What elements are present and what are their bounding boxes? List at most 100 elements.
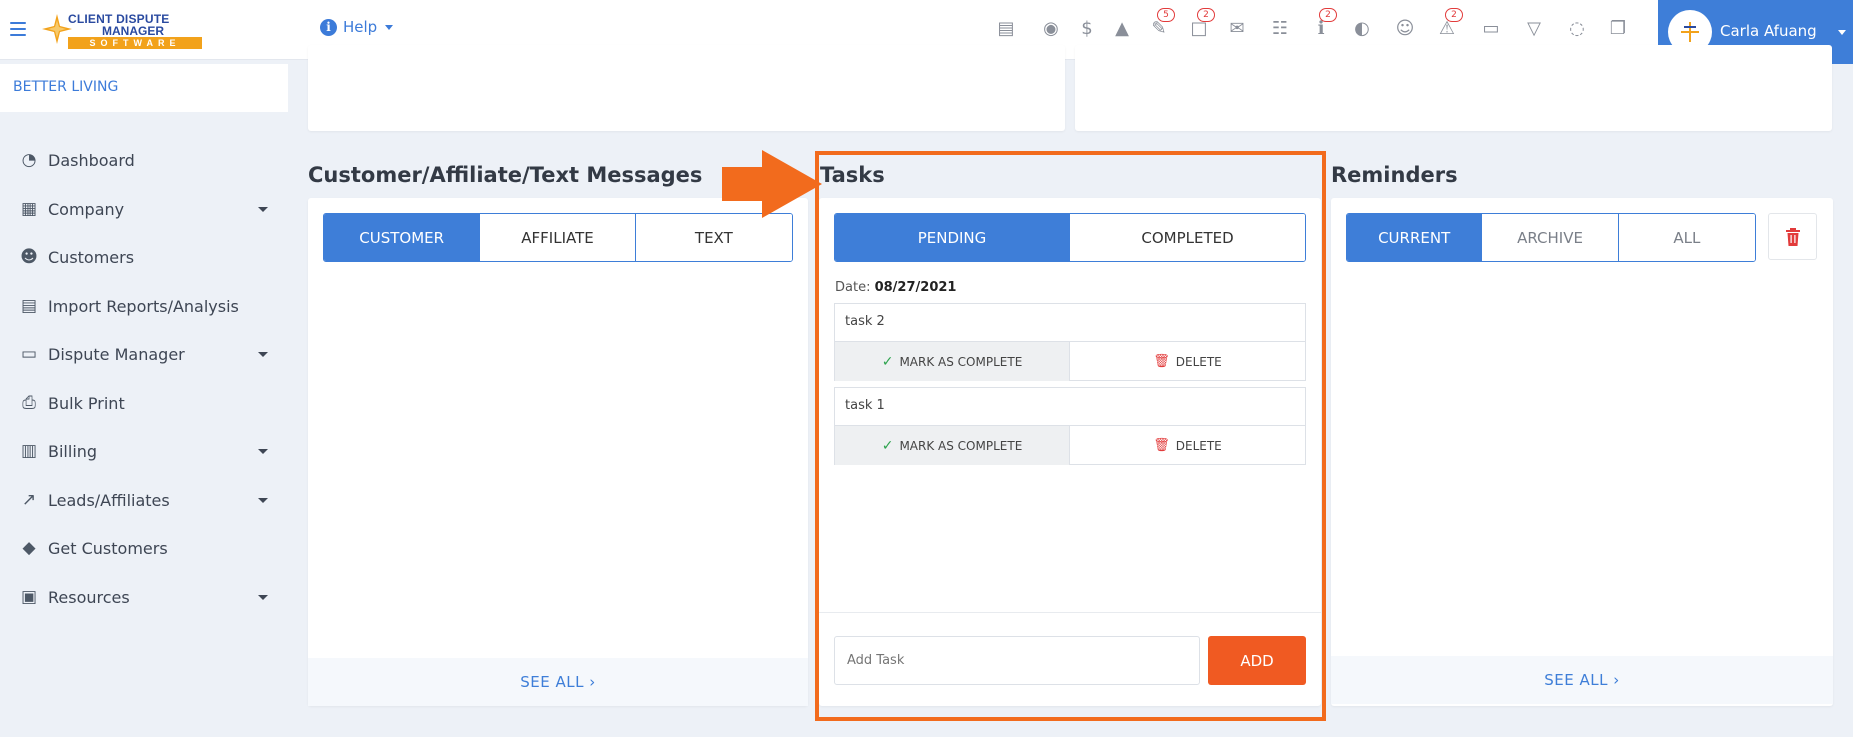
- money-glyph: ▭: [1482, 18, 1500, 39]
- sidebar-item-import-reports-analysis[interactable]: ▤ Import Reports/Analysis: [0, 286, 288, 326]
- chevron-down-icon: [1838, 30, 1846, 35]
- sitemap-glyph: ☷: [1271, 18, 1289, 39]
- sidebar-item-leads-affiliates[interactable]: ↗ Leads/Affiliates: [0, 480, 288, 520]
- avatar-logo-icon: [1681, 22, 1699, 42]
- user-tie-glyph: ▲: [1115, 18, 1129, 39]
- users-icon[interactable]: ☺: [1394, 18, 1416, 40]
- chevron-down-icon: [258, 206, 268, 212]
- customers-icon: ☻: [20, 247, 38, 267]
- sidebar-item-label: Import Reports/Analysis: [48, 296, 239, 316]
- sidebar-item-label: Get Customers: [48, 538, 168, 558]
- chevron-down-icon: [258, 448, 268, 454]
- chevron-down-icon: [385, 24, 394, 30]
- tab-all[interactable]: ALL: [1618, 214, 1755, 261]
- envelope-icon[interactable]: ✉: [1226, 18, 1248, 40]
- sidebar-item-label: Company: [48, 199, 125, 219]
- document-icon[interactable]: □ 2: [1188, 8, 1215, 40]
- user-headset-glyph: ◉: [1043, 18, 1059, 39]
- dollar-icon[interactable]: $: [1076, 18, 1098, 40]
- sidebar-item-label: Customers: [48, 247, 135, 267]
- id-card-icon[interactable]: ▤: [995, 18, 1017, 40]
- tab-archive[interactable]: ARCHIVE: [1482, 214, 1619, 261]
- id-card-glyph: ▤: [997, 18, 1015, 39]
- hamburger-menu-icon[interactable]: [10, 22, 26, 36]
- highlight-box: [815, 151, 1326, 721]
- money-icon[interactable]: ▭: [1480, 18, 1502, 40]
- warning-icon[interactable]: ⚠ 2: [1436, 8, 1463, 40]
- chevron-down-icon: [258, 497, 268, 503]
- leads-affiliates-icon: ↗: [21, 490, 37, 510]
- import-reports-analysis-icon: ▤: [20, 296, 38, 316]
- globe-icon[interactable]: ◐: [1351, 18, 1373, 40]
- tab-customer[interactable]: CUSTOMER: [324, 214, 481, 261]
- sidebar-item-billing[interactable]: ▥ Billing: [0, 431, 288, 471]
- get-customers-icon: ◆: [22, 538, 36, 558]
- dollar-glyph: $: [1081, 18, 1093, 39]
- accounts-in-dispute-card: [1075, 45, 1832, 131]
- notification-badge: 2: [1445, 8, 1463, 22]
- comments-icon[interactable]: ◌: [1566, 18, 1588, 40]
- user-tie-icon[interactable]: ▲: [1111, 18, 1133, 40]
- logo-text-line3: SOFTWARE: [68, 37, 202, 49]
- tab-current[interactable]: CURRENT: [1347, 214, 1483, 261]
- tab-affiliate[interactable]: AFFILIATE: [480, 214, 636, 261]
- sidebar-item-customers[interactable]: ☻ Customers: [0, 237, 288, 277]
- sidebar-item-get-customers[interactable]: ◆ Get Customers: [0, 528, 288, 568]
- help-label: Help: [343, 18, 378, 36]
- notification-badge: 2: [1197, 8, 1215, 22]
- chevron-down-icon: [258, 594, 268, 600]
- sidebar-item-label: Dispute Manager: [48, 344, 185, 364]
- sidebar-item-label: Resources: [48, 587, 130, 607]
- tab-text[interactable]: TEXT: [635, 214, 792, 261]
- trash-icon: [1785, 227, 1800, 246]
- company-icon: ▦: [20, 199, 38, 219]
- sidebar-item-dashboard[interactable]: ◔ Dashboard: [0, 140, 288, 180]
- reminders-tabs: CURRENT ARCHIVE ALL: [1346, 213, 1756, 262]
- arrow-right-icon: [722, 150, 822, 218]
- info-icon[interactable]: ℹ2: [1310, 8, 1337, 40]
- pen-icon[interactable]: ✎ 5: [1148, 8, 1175, 40]
- notification-badge: 5: [1157, 8, 1175, 22]
- dashboard-icon: ◔: [21, 150, 37, 170]
- sidebar-item-dispute-manager[interactable]: ▭ Dispute Manager: [0, 334, 288, 374]
- delete-reminders-button[interactable]: [1768, 213, 1817, 260]
- messages-tabs: CUSTOMER AFFILIATE TEXT: [323, 213, 793, 262]
- users-glyph: ☺: [1395, 18, 1415, 39]
- messages-title: Customer/Affiliate/Text Messages: [308, 163, 703, 187]
- copy-glyph: ❐: [1609, 18, 1627, 39]
- inbox-icon[interactable]: ▽: [1523, 18, 1545, 40]
- logo[interactable]: CLIENT DISPUTE MANAGER SOFTWARE: [42, 10, 204, 50]
- notification-badge: 2: [1319, 8, 1337, 22]
- info-circle-icon: i: [320, 18, 337, 36]
- company-name[interactable]: BETTER LIVING: [0, 64, 288, 112]
- sitemap-icon[interactable]: ☷: [1269, 18, 1291, 40]
- billing-icon: ▥: [20, 441, 38, 461]
- sidebar: BETTER LIVING ◔ Dashboard ▦ Company ☻ Custome…: [0, 60, 288, 737]
- dispute-manager-icon: ▭: [20, 344, 38, 364]
- reminders-see-all-link[interactable]: SEE ALL ›: [1331, 656, 1833, 704]
- sidebar-item-label: Billing: [48, 441, 98, 461]
- sidebar-item-resources[interactable]: ▣ Resources: [0, 577, 288, 617]
- inbox-glyph: ▽: [1527, 18, 1541, 39]
- user-headset-icon[interactable]: ◉: [1040, 18, 1062, 40]
- sidebar-item-label: Bulk Print: [48, 393, 125, 413]
- resources-icon: ▣: [20, 587, 38, 607]
- messages-see-all-link[interactable]: SEE ALL ›: [308, 658, 808, 706]
- globe-glyph: ◐: [1354, 18, 1370, 39]
- reminders-title: Reminders: [1331, 163, 1458, 187]
- bulk-print-icon: ⎙: [22, 393, 36, 413]
- copy-icon[interactable]: ❐: [1607, 18, 1629, 40]
- sidebar-item-bulk-print[interactable]: ⎙ Bulk Print: [0, 383, 288, 423]
- chevron-down-icon: [258, 351, 268, 357]
- envelope-glyph: ✉: [1229, 18, 1245, 39]
- sidebar-item-company[interactable]: ▦ Company: [0, 189, 288, 229]
- reminders-card: CURRENT ARCHIVE ALL SEE ALL ›: [1331, 198, 1833, 706]
- user-name: Carla Afuang: [1720, 22, 1817, 40]
- messages-card: CUSTOMER AFFILIATE TEXT SEE ALL ›: [308, 198, 808, 706]
- comments-glyph: ◌: [1569, 18, 1585, 39]
- logo-text-line2: MANAGER: [102, 24, 164, 38]
- sidebar-item-label: Dashboard: [48, 150, 135, 170]
- sidebar-item-label: Leads/Affiliates: [48, 490, 170, 510]
- help-dropdown[interactable]: i Help: [320, 18, 394, 36]
- follow-up-card: [308, 45, 1065, 131]
